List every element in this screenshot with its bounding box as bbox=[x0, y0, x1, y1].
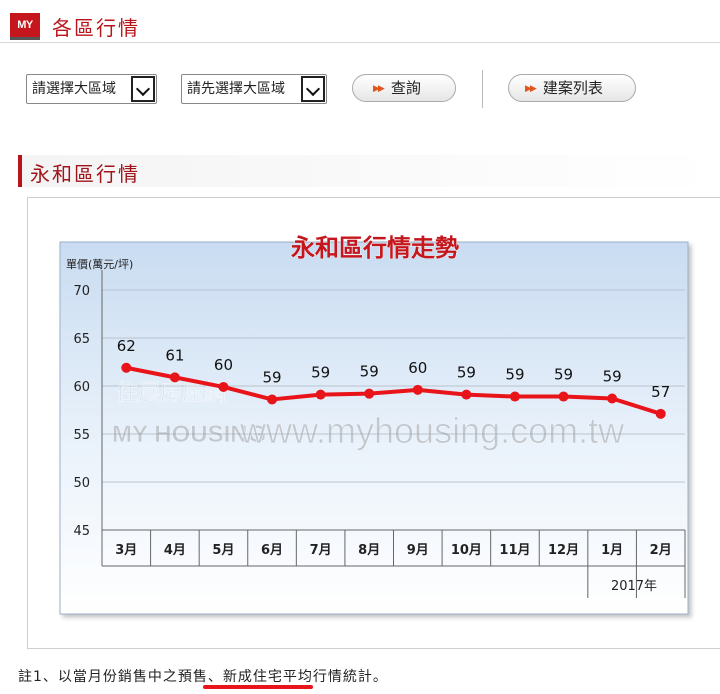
y-tick-label: 60 bbox=[73, 380, 90, 395]
data-point[interactable] bbox=[364, 388, 375, 399]
data-point[interactable] bbox=[607, 393, 618, 404]
x-tick-label: 3月 bbox=[115, 543, 137, 558]
subregion-select-value: 請先選擇大區域 bbox=[187, 81, 285, 97]
data-label: 59 bbox=[457, 364, 476, 382]
chevron-down-icon[interactable] bbox=[301, 76, 325, 102]
section-title: 永和區行情 bbox=[30, 162, 140, 186]
x-tick-label: 2月 bbox=[650, 543, 672, 558]
query-button-label: 查詢 bbox=[390, 79, 421, 97]
x-tick-label: 5月 bbox=[212, 543, 234, 558]
region-select-value: 請選擇大區域 bbox=[32, 81, 116, 97]
top-header-bar: MY 各區行情 bbox=[0, 0, 720, 43]
data-label: 60 bbox=[214, 356, 233, 374]
data-label: 57 bbox=[651, 383, 670, 401]
site-logo[interactable]: MY bbox=[10, 13, 40, 40]
data-point[interactable] bbox=[412, 384, 423, 395]
double-arrow-icon: ▶▶ bbox=[373, 84, 385, 94]
toolbar-divider bbox=[482, 70, 483, 108]
data-label: 59 bbox=[505, 366, 524, 384]
y-tick-label: 55 bbox=[73, 428, 90, 443]
data-label: 59 bbox=[360, 363, 379, 381]
chart-title: 永和區行情走勢 bbox=[291, 234, 459, 262]
x-tick-label: 9月 bbox=[407, 543, 429, 558]
x-tick-label: 7月 bbox=[310, 543, 332, 558]
data-label: 60 bbox=[408, 359, 427, 377]
x-tick-label: 12月 bbox=[548, 543, 579, 558]
data-label: 59 bbox=[554, 366, 573, 384]
footnote: 註1、以當月份銷售中之預售、新成住宅平均行情統計。 bbox=[18, 669, 388, 685]
x-tick-label: 4月 bbox=[164, 543, 186, 558]
data-point[interactable] bbox=[267, 394, 278, 405]
x-tick-label: 11月 bbox=[499, 543, 530, 558]
subregion-select[interactable]: 請先選擇大區域 bbox=[181, 74, 327, 104]
watermark-url: www.myhousing.com.tw bbox=[239, 410, 625, 451]
page-title: 各區行情 bbox=[52, 16, 140, 40]
query-button[interactable]: ▶▶ 查詢 bbox=[352, 74, 456, 102]
data-label: 61 bbox=[165, 346, 184, 364]
region-select[interactable]: 請選擇大區域 bbox=[26, 74, 157, 104]
data-label: 59 bbox=[603, 367, 622, 385]
y-axis-label: 單價(萬元/坪) bbox=[66, 257, 133, 271]
price-trend-chart: 永和區行情走勢 單價(萬元/坪) 住展房屋網 MY HOUSING www.my… bbox=[59, 234, 689, 615]
y-tick-label: 50 bbox=[73, 476, 90, 491]
footnote-highlight bbox=[203, 685, 313, 689]
data-label: 59 bbox=[311, 364, 330, 382]
data-point[interactable] bbox=[218, 381, 229, 392]
year-label: 2017年 bbox=[611, 579, 657, 594]
y-tick-label: 70 bbox=[73, 284, 90, 299]
data-point[interactable] bbox=[655, 408, 666, 419]
data-point[interactable] bbox=[169, 372, 180, 383]
data-point[interactable] bbox=[461, 389, 472, 400]
data-point[interactable] bbox=[315, 389, 326, 400]
section-header: 永和區行情 bbox=[18, 155, 720, 187]
x-tick-label: 1月 bbox=[601, 543, 623, 558]
chevron-down-icon[interactable] bbox=[131, 76, 155, 102]
data-point[interactable] bbox=[509, 391, 520, 402]
x-tick-label: 8月 bbox=[358, 543, 380, 558]
x-tick-label: 6月 bbox=[261, 543, 283, 558]
y-tick-label: 45 bbox=[73, 524, 90, 539]
data-point[interactable] bbox=[558, 391, 569, 402]
project-list-button-label: 建案列表 bbox=[542, 79, 603, 97]
y-tick-label: 65 bbox=[73, 332, 90, 347]
x-tick-label: 10月 bbox=[451, 543, 482, 558]
data-label: 59 bbox=[262, 368, 281, 386]
data-label: 62 bbox=[117, 337, 136, 355]
project-list-button[interactable]: ▶▶ 建案列表 bbox=[508, 74, 636, 102]
data-point[interactable] bbox=[121, 362, 132, 373]
double-arrow-icon: ▶▶ bbox=[525, 84, 537, 94]
